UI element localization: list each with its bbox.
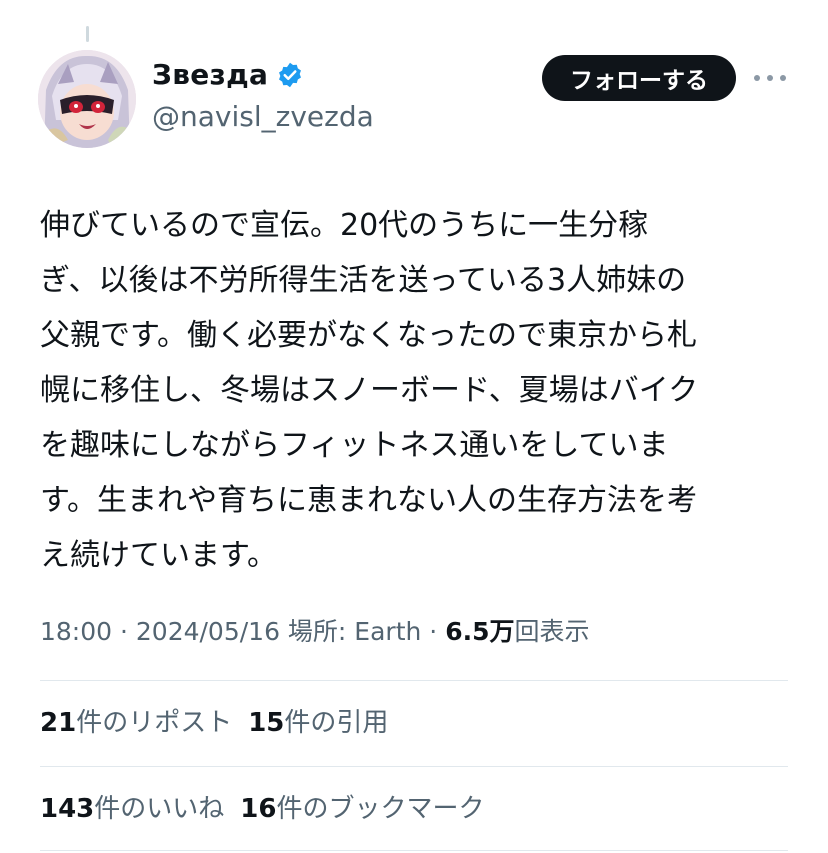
- more-dot: [767, 75, 773, 81]
- views-label: 回表示: [514, 617, 590, 646]
- tweet-time[interactable]: 18:00: [40, 617, 112, 646]
- verified-badge-icon: [279, 62, 302, 87]
- more-dot: [780, 75, 786, 81]
- reposts-count: 21: [40, 708, 77, 738]
- tweet-text-line: 父親です。働く必要がなくなったので東京から札: [40, 318, 697, 353]
- author-display-name[interactable]: Звезда: [152, 58, 268, 91]
- likes-count: 143: [40, 794, 95, 824]
- views-count: 6.5万: [445, 617, 515, 646]
- tweet-text-line: 伸びているので宣伝。20代のうちに一生分稼: [40, 208, 649, 243]
- avatar-illustration: [38, 50, 136, 148]
- tweet-text-line: を趣味にしながらフィットネス通いをしていま: [40, 428, 669, 463]
- bookmarks-stat[interactable]: 16件のブックマーク: [240, 788, 500, 825]
- divider: [40, 766, 788, 767]
- quotes-label: 件の引用: [284, 708, 389, 738]
- quotes-stat[interactable]: 15件の引用: [248, 702, 404, 739]
- bookmarks-label: 件のブックマーク: [276, 794, 485, 824]
- more-dot: [754, 75, 760, 81]
- more-horizontal-icon[interactable]: [754, 66, 786, 90]
- reposts-label: 件のリポスト: [76, 708, 233, 738]
- meta-separator: ·: [421, 617, 446, 646]
- meta-separator: ·: [112, 617, 136, 646]
- avatar[interactable]: [38, 50, 136, 148]
- author-name-row[interactable]: Звезда: [152, 58, 304, 91]
- tweet-text-line: ぎ、以後は不労所得生活を送っている3人姉妹の: [40, 263, 687, 298]
- tweet-text: 伸びているので宣伝。20代のうちに一生分稼 ぎ、以後は不労所得生活を送っている3…: [40, 198, 790, 583]
- reposts-stat[interactable]: 21件のリポスト: [40, 702, 248, 739]
- likes-stat[interactable]: 143件のいいね: [40, 788, 240, 825]
- author-handle[interactable]: @navisl_zvezda: [152, 100, 374, 133]
- follow-button[interactable]: フォローする: [542, 55, 736, 101]
- tweet-text-line: 幌に移住し、冬場はスノーボード、夏場はバイク: [40, 373, 699, 408]
- tweet-date[interactable]: 2024/05/16: [136, 617, 280, 646]
- like-bookmark-stats: 143件のいいね 16件のブックマーク: [40, 788, 501, 825]
- divider: [40, 850, 788, 851]
- likes-label: 件のいいね: [94, 794, 225, 824]
- repost-quote-stats: 21件のリポスト 15件の引用: [40, 702, 404, 739]
- tweet-text-line: え続けています。: [40, 538, 277, 573]
- tweet-meta: 18:00 · 2024/05/16 場所: Earth · 6.5万 回表示: [40, 612, 590, 648]
- thread-connector-line: [86, 26, 89, 42]
- quotes-count: 15: [248, 708, 285, 738]
- tweet-detail: Звезда @navisl_zvezda フォローする 伸びているので宣伝。2…: [0, 0, 828, 853]
- tweet-location: 場所: Earth: [279, 617, 422, 646]
- divider: [40, 680, 788, 681]
- tweet-text-line: す。生まれや育ちに恵まれない人の生存方法を考: [40, 483, 697, 518]
- bookmarks-count: 16: [240, 794, 277, 824]
